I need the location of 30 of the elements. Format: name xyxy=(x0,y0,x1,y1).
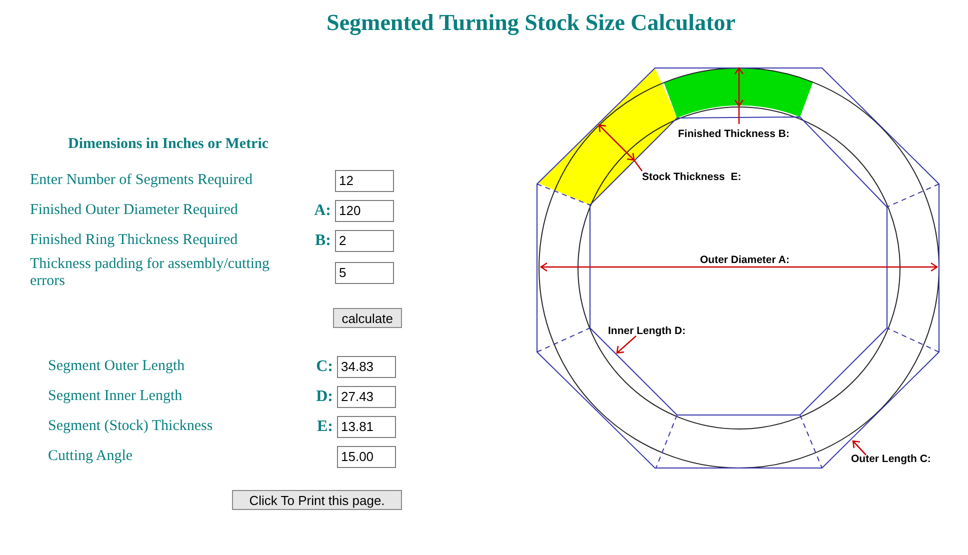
input-field[interactable]: 5 xyxy=(335,262,394,284)
field-label: Finished Outer Diameter Required xyxy=(30,202,239,219)
input-field[interactable]: 13.81 xyxy=(337,416,396,438)
dimension-letter: B: xyxy=(315,230,331,250)
field-label: Cutting Angle xyxy=(48,448,134,465)
page-title: Segmented Turning Stock Size Calculator xyxy=(326,9,736,38)
dimension-letter: D: xyxy=(316,386,333,406)
print-button[interactable]: Click To Print this page. xyxy=(232,490,402,510)
field-label: Segment Outer Length xyxy=(48,358,186,375)
field-label: Segment Inner Length xyxy=(48,388,184,405)
input-field[interactable]: 120 xyxy=(335,200,394,222)
input-field[interactable]: 27.43 xyxy=(337,386,396,408)
field-label: Segment (Stock) Thickness xyxy=(48,418,214,435)
field-label: Enter Number of Segments Required xyxy=(30,172,254,189)
diagram-label: Outer Diameter A: xyxy=(700,254,790,266)
diagram-label: Outer Length C: xyxy=(851,453,931,465)
dimension-letter: E: xyxy=(317,416,333,436)
field-label: Finished Ring Thickness Required xyxy=(30,232,239,249)
section-heading: Dimensions in Inches or Metric xyxy=(68,135,269,154)
dimension-letter: A: xyxy=(314,200,331,220)
calculate-button[interactable]: calculate xyxy=(332,308,402,328)
input-field[interactable]: 2 xyxy=(335,230,394,252)
diagram-label: Finished Thickness B: xyxy=(678,128,790,140)
input-field[interactable]: 12 xyxy=(335,170,394,192)
field-label: Thickness padding for assembly/cutting errors xyxy=(30,256,271,290)
diagram-label: Inner Length D: xyxy=(608,325,686,337)
input-field[interactable]: 15.00 xyxy=(337,446,396,468)
input-field[interactable]: 34.83 xyxy=(337,356,396,378)
dimension-letter: C: xyxy=(316,356,333,376)
diagram-label: Stock Thickness E: xyxy=(642,171,742,183)
